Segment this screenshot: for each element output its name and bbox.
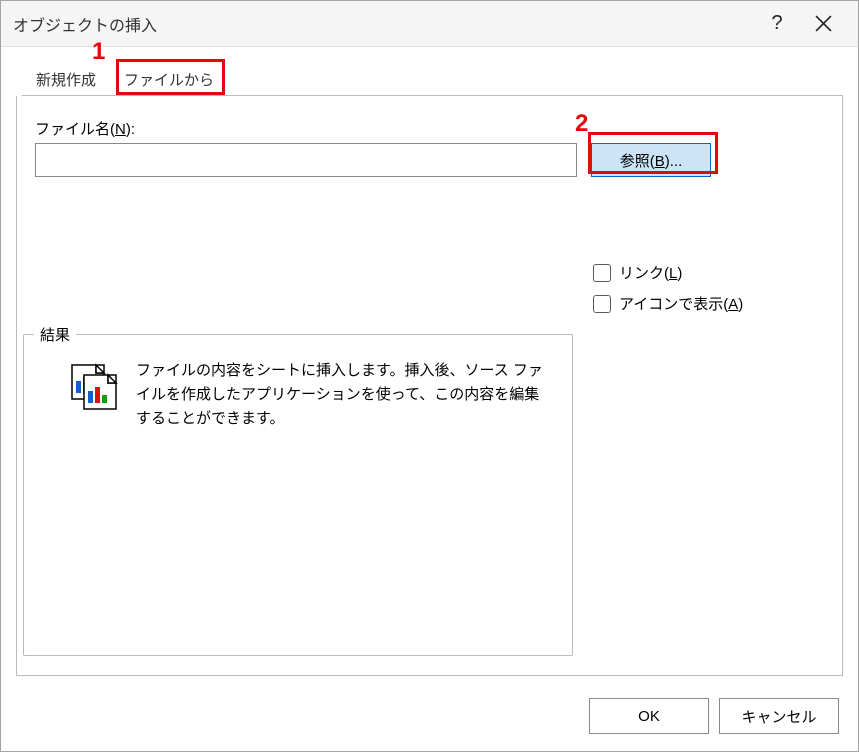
- filename-label-prefix: ファイル名(: [35, 121, 115, 138]
- browse-label-prefix: 参照(: [620, 153, 655, 170]
- dialog-content: 新規作成 ファイルから 1 ファイル名(N): 参照(B)... 2: [2, 48, 857, 750]
- display-as-icon-checkbox-row[interactable]: アイコンで表示(A): [593, 293, 743, 314]
- title-bar: オブジェクトの挿入 ?: [1, 1, 858, 47]
- link-checkbox-label: リンク(L): [619, 262, 682, 283]
- close-icon: [815, 15, 832, 32]
- result-description: ファイルの内容をシートに挿入します。挿入後、ソース ファイルを作成したアプリケー…: [136, 359, 554, 431]
- dialog-title: オブジェクトの挿入: [13, 12, 754, 36]
- browse-label-key: B: [655, 153, 665, 170]
- filename-label-suffix: ):: [126, 121, 135, 138]
- link-checkbox-row[interactable]: リンク(L): [593, 262, 743, 283]
- cancel-button[interactable]: キャンセル: [719, 698, 839, 734]
- ok-button[interactable]: OK: [589, 698, 709, 734]
- close-button[interactable]: [800, 2, 846, 46]
- tab-panel-from-file: ファイル名(N): 参照(B)... 2 リンク(L): [16, 96, 843, 676]
- filename-input[interactable]: [35, 143, 577, 177]
- tab-bar: 新規作成 ファイルから: [22, 60, 843, 96]
- display-as-icon-checkbox[interactable]: [593, 295, 611, 313]
- insert-object-dialog: オブジェクトの挿入 ? 新規作成 ファイルから 1 ファイル名(N): 参照(B…: [0, 0, 859, 752]
- filename-label-key: N: [115, 121, 126, 138]
- tab-new[interactable]: 新規作成: [22, 63, 110, 95]
- browse-label-suffix: )...: [665, 153, 683, 170]
- filename-label: ファイル名(N):: [35, 118, 824, 139]
- result-legend: 結果: [34, 324, 76, 345]
- result-body: ファイルの内容をシートに挿入します。挿入後、ソース ファイルを作成したアプリケー…: [24, 335, 572, 453]
- options-checkboxes: リンク(L) アイコンで表示(A): [593, 262, 743, 314]
- filename-row: 参照(B)...: [35, 143, 824, 177]
- help-button[interactable]: ?: [754, 2, 800, 46]
- browse-button[interactable]: 参照(B)...: [591, 143, 711, 177]
- embedded-object-icon: [66, 363, 118, 415]
- link-checkbox[interactable]: [593, 264, 611, 282]
- result-group: 結果: [23, 334, 573, 656]
- display-as-icon-checkbox-label: アイコンで表示(A): [619, 293, 743, 314]
- dialog-footer-buttons: OK キャンセル: [589, 698, 839, 734]
- tab-from-file[interactable]: ファイルから: [110, 63, 228, 95]
